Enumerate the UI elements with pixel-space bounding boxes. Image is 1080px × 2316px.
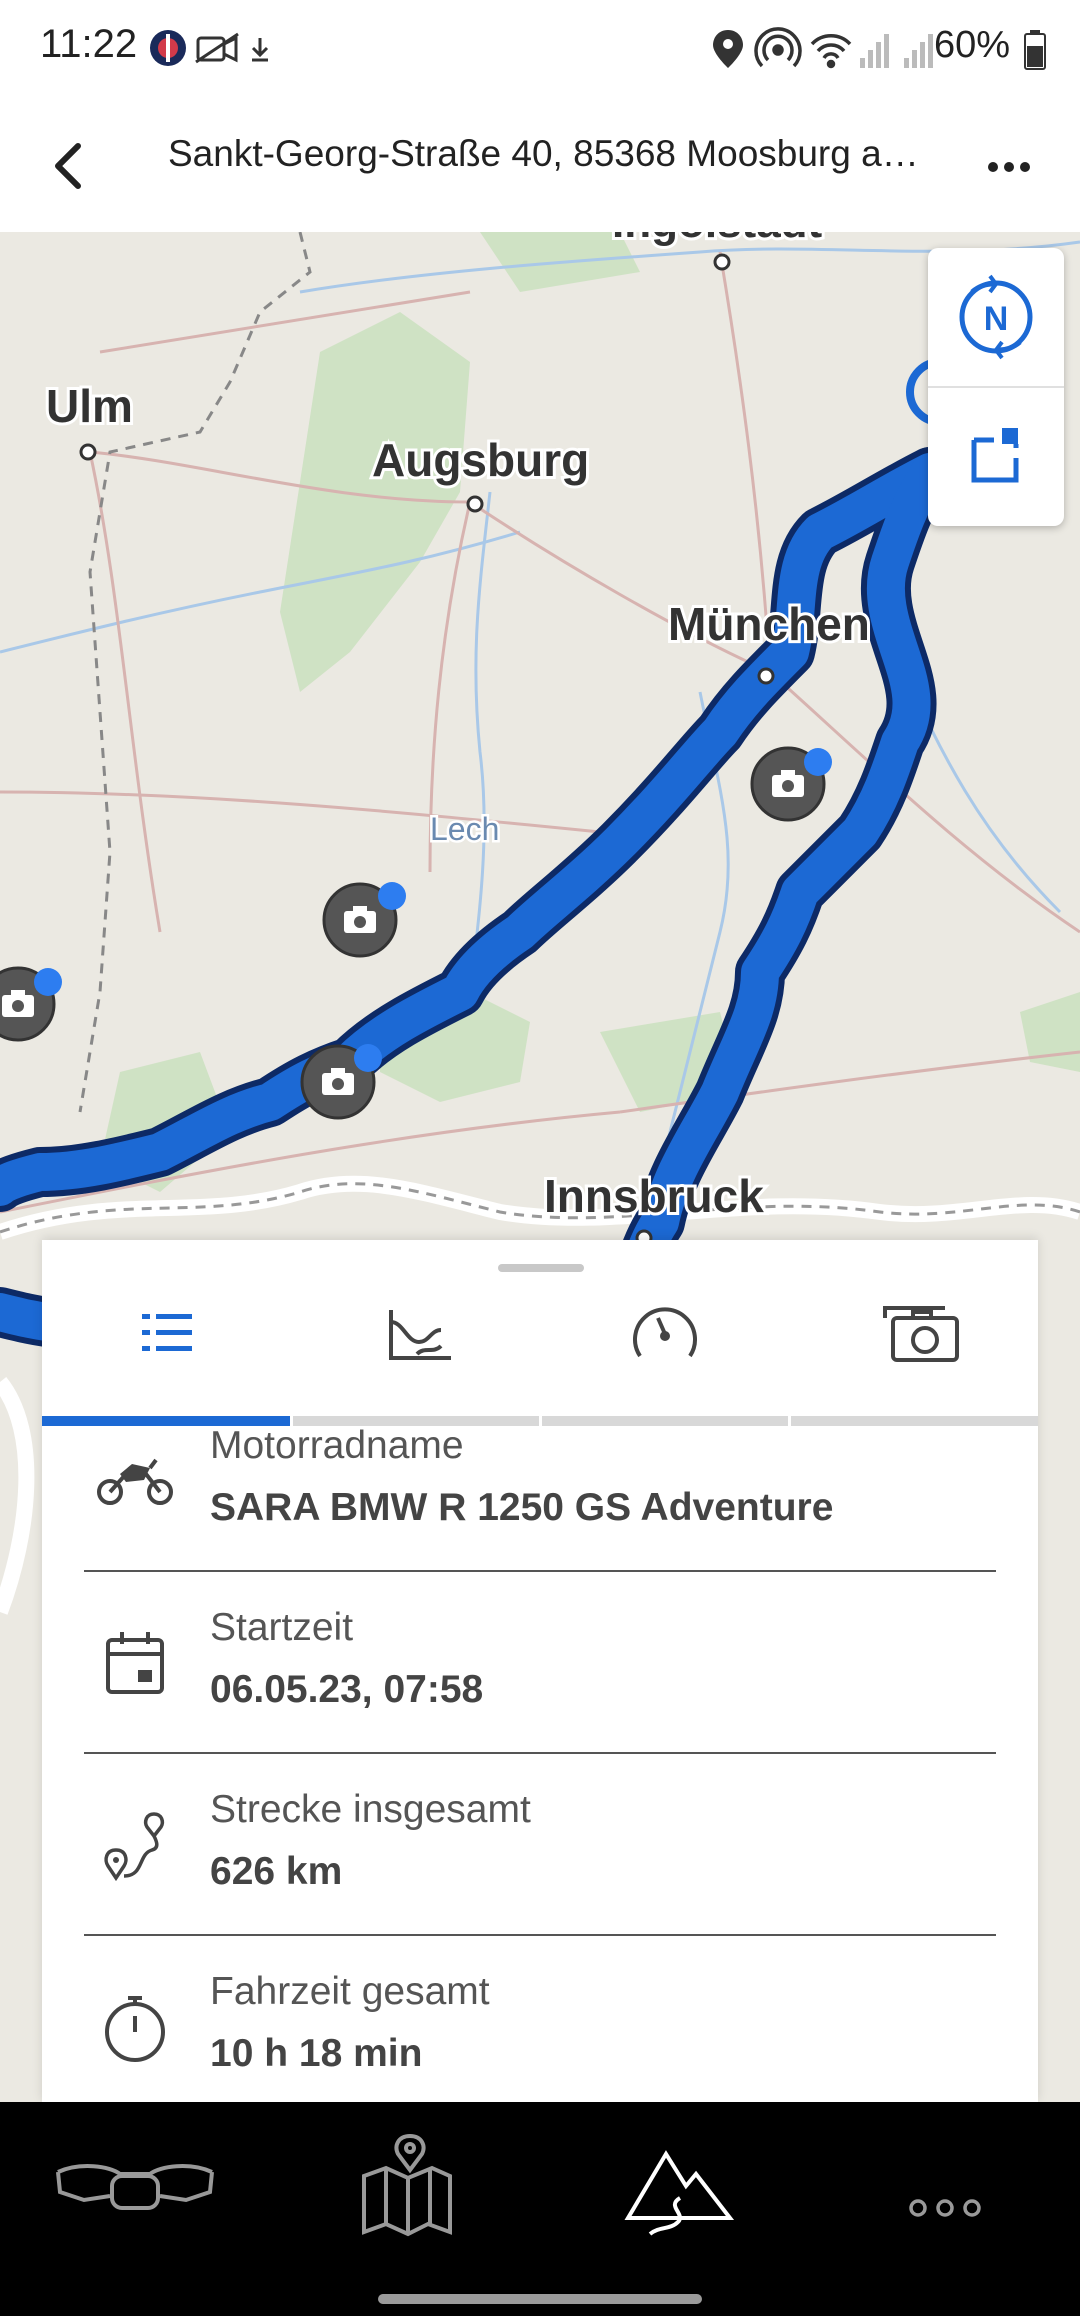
info-row-motorcycle: Motorradname SARA BMW R 1250 GS Adventur…	[84, 1390, 996, 1572]
trip-details-panel: Motorradname SARA BMW R 1250 GS Adventur…	[42, 1240, 1038, 2102]
mountains-icon	[624, 2150, 735, 2236]
map-label-ingolstadt: Ingolstadt	[612, 232, 823, 247]
stopwatch-icon	[105, 1996, 165, 2062]
back-button[interactable]	[40, 122, 100, 210]
river-lech	[468, 491, 492, 993]
calendar-icon	[106, 1632, 164, 1694]
speedometer-icon	[633, 1307, 697, 1358]
download-icon	[251, 38, 269, 62]
photo-marker[interactable]	[300, 1044, 382, 1120]
town-dot	[79, 443, 97, 461]
status-bar: 11:22 60%	[0, 0, 1080, 100]
drag-handle[interactable]	[498, 1264, 584, 1272]
photo-marker[interactable]	[0, 966, 62, 1042]
nav-map[interactable]	[270, 2122, 540, 2252]
row-label: Fahrzeit gesamt	[210, 1970, 490, 2013]
hotspot-icon	[754, 27, 802, 68]
status-icons-left	[150, 30, 269, 66]
row-label: Startzeit	[210, 1606, 354, 1649]
tab-photos[interactable]	[789, 1280, 1038, 1384]
tab-speed[interactable]	[540, 1280, 789, 1384]
map-label-innsbruck: Innsbruck	[544, 1170, 764, 1222]
row-value: 626 km	[210, 1850, 343, 1893]
compass-letter: N	[984, 300, 1009, 338]
town-dot	[757, 667, 775, 685]
photo-marker[interactable]	[322, 882, 406, 958]
status-time: 11:22	[40, 22, 138, 66]
compass-button[interactable]: N	[928, 248, 1064, 386]
camera-off-icon	[195, 32, 239, 64]
row-value: 10 h 18 min	[210, 2032, 423, 2075]
home-indicator[interactable]	[378, 2294, 702, 2304]
battery-percent: 60%	[933, 24, 1010, 66]
app-header: Sankt-Georg-Straße 40, 85368 Moosburg an…	[0, 100, 1080, 232]
map-label-ulm: Ulm	[46, 380, 133, 432]
route-icon	[104, 1812, 165, 1882]
row-value: 06.05.23, 07:58	[210, 1668, 484, 1711]
river	[0, 530, 521, 654]
nav-my-rides[interactable]	[540, 2122, 810, 2252]
more-icon	[909, 2199, 981, 2217]
map-label-lech: Lech	[430, 811, 499, 847]
info-row-riding-time: Fahrzeit gesamt 10 h 18 min	[84, 1936, 996, 2116]
camera-icon	[883, 1306, 959, 1362]
row-label: Strecke insgesamt	[210, 1788, 531, 1831]
tab-elevation[interactable]	[291, 1280, 540, 1384]
town-dot	[466, 495, 484, 513]
page-title: Sankt-Georg-Straße 40, 85368 Moosburg an…	[168, 133, 928, 174]
tab-overview[interactable]	[42, 1280, 291, 1384]
more-menu-button[interactable]	[974, 132, 1044, 202]
info-row-distance: Strecke insgesamt 626 km	[84, 1754, 996, 1936]
forest-area	[1020, 992, 1080, 1072]
motorcycle-icon	[97, 1458, 173, 1505]
signal-icon	[860, 34, 889, 68]
nav-dashboard[interactable]	[0, 2122, 270, 2252]
info-row-start-time: Startzeit 06.05.23, 07:58	[84, 1572, 996, 1754]
map-icon	[362, 2133, 452, 2237]
more-horizontal-icon	[988, 162, 1030, 172]
row-label: Motorradname	[210, 1424, 464, 1467]
status-icons-right	[360, 26, 700, 74]
state-border	[78, 232, 312, 1113]
battery-icon	[1024, 30, 1046, 70]
tab-bar	[42, 1280, 1038, 1426]
route-focus-button[interactable]	[928, 388, 1064, 526]
list-icon	[142, 1314, 192, 1351]
signal-icon	[904, 34, 933, 68]
map-label-augsburg: Augsburg	[372, 434, 589, 486]
photo-marker[interactable]	[750, 746, 832, 822]
elevation-icon	[389, 1310, 451, 1360]
chevron-left-icon	[55, 143, 81, 189]
town-dot	[713, 253, 731, 271]
route-focus-icon	[971, 428, 1019, 483]
compass-north-icon: N	[959, 274, 1033, 360]
map-controls: N	[928, 248, 1064, 526]
map-label-muenchen: München	[668, 598, 870, 650]
wifi-icon	[810, 34, 852, 69]
country-border	[0, 1377, 35, 1615]
bottom-navigation	[0, 2102, 1080, 2316]
nav-more[interactable]	[810, 2122, 1080, 2252]
location-icon	[713, 30, 743, 68]
row-value: SARA BMW R 1250 GS Adventure	[210, 1486, 834, 1529]
motorcycle-dashboard-icon	[56, 2164, 214, 2210]
app-icon	[150, 30, 186, 66]
